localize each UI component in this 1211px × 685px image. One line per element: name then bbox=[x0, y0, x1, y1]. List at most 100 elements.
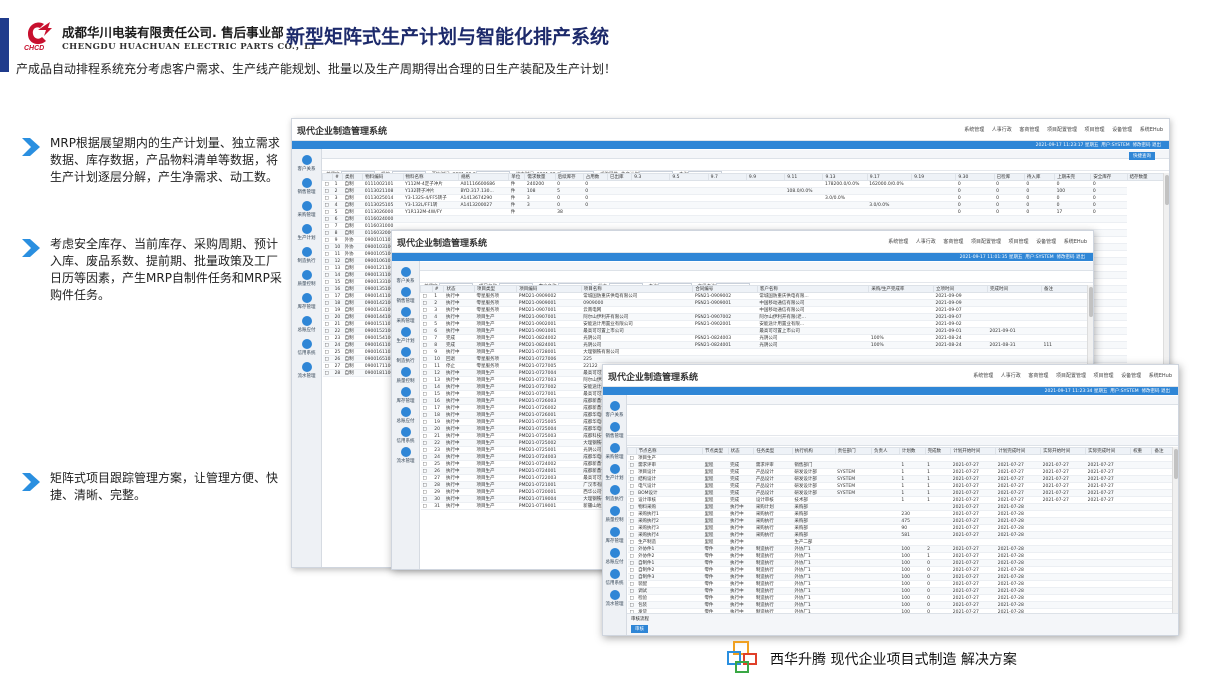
row-checkbox[interactable]: □ bbox=[322, 355, 333, 363]
column-header[interactable] bbox=[420, 285, 433, 293]
table-row[interactable]: □ 采购执行2 里程 执行中 采购执行 采购部 475 2021-07-27 2021-07-2… bbox=[627, 517, 1174, 525]
sidebar-item[interactable]: 库存管理 bbox=[392, 387, 419, 404]
row-checkbox[interactable]: □ bbox=[420, 474, 433, 482]
sidebar-item[interactable]: 制造执行 bbox=[292, 247, 321, 264]
row-checkbox[interactable]: □ bbox=[627, 482, 637, 490]
table-row[interactable]: □ 采购执行4 里程 执行中 采购执行 采购部 581 2021-07-27 2021-07-2… bbox=[627, 531, 1174, 539]
row-checkbox[interactable]: □ bbox=[627, 517, 637, 525]
column-header[interactable]: 9.3 bbox=[631, 173, 671, 181]
table-row[interactable]: □ 外协件2 零件 执行中 制造执行 外协厂1 100 1 2021-07-27 2021-07-… bbox=[627, 552, 1174, 560]
row-checkbox[interactable]: □ bbox=[627, 580, 637, 588]
sidebar-item[interactable]: 生产计划 bbox=[603, 464, 626, 481]
top-menu[interactable]: 系统管理 人事行政 客商管理 项目配置管理 项目管理 设备管理 系统EHub bbox=[964, 126, 1163, 133]
sidebar-item[interactable]: 总账应付 bbox=[392, 407, 419, 424]
column-header[interactable]: # bbox=[431, 285, 445, 293]
row-checkbox[interactable]: □ bbox=[420, 355, 433, 363]
sidebar-item[interactable]: 制造执行 bbox=[603, 485, 626, 502]
table-row[interactable]: □ 3 自制 0113025014 Y3-132S-4/FF5转子 A1413674290… bbox=[322, 194, 1164, 202]
sidebar-item[interactable]: 信用系统 bbox=[392, 427, 419, 444]
row-checkbox[interactable]: □ bbox=[420, 432, 433, 440]
column-header[interactable]: 单位 bbox=[508, 173, 526, 181]
column-header[interactable]: 状态 bbox=[727, 447, 755, 455]
sidebar-item[interactable]: 销售管理 bbox=[392, 287, 419, 304]
row-checkbox[interactable]: □ bbox=[322, 201, 333, 209]
table-row[interactable]: □ 自制件1 零件 执行中 制造执行 外协厂1 100 0 2021-07-27 2021-07-… bbox=[627, 559, 1174, 567]
row-checkbox[interactable]: □ bbox=[322, 278, 333, 286]
row-checkbox[interactable]: □ bbox=[420, 481, 433, 489]
column-header[interactable]: 完成时间 bbox=[986, 285, 1042, 293]
row-checkbox[interactable]: □ bbox=[420, 313, 433, 321]
row-checkbox[interactable]: □ bbox=[420, 306, 433, 314]
column-header[interactable]: 9.17 bbox=[866, 173, 913, 181]
row-checkbox[interactable]: □ bbox=[322, 299, 333, 307]
table-row[interactable]: □ 7 完成 项目生产 PMD21-0824002 光阴公司 PSN21-0824003 光阴… bbox=[420, 334, 1089, 342]
column-header[interactable]: 计划数 bbox=[898, 447, 926, 455]
sidebar-item[interactable]: 库存管理 bbox=[292, 293, 321, 310]
sidebar-item[interactable]: 客户关系 bbox=[603, 401, 626, 418]
column-header[interactable]: 9.9 bbox=[745, 173, 786, 181]
table-row[interactable]: □ 1 执行中 零星服务项 PMD21-0909002 常城国防重庆供电有限公司 PSN21… bbox=[420, 292, 1089, 300]
column-header[interactable]: 规格 bbox=[457, 173, 510, 181]
column-header[interactable]: 实际完成时间 bbox=[1085, 447, 1132, 455]
column-header[interactable]: 节点名称 bbox=[635, 447, 703, 455]
table-row[interactable]: □ 10 回退 零星服务项 PMD21-0727006 225 bbox=[420, 355, 1089, 363]
sidebar-item[interactable]: 生产计划 bbox=[292, 224, 321, 241]
sidebar-item[interactable]: 流水管理 bbox=[603, 590, 626, 607]
row-checkbox[interactable]: □ bbox=[420, 425, 433, 433]
column-header[interactable]: 节点类型 bbox=[701, 447, 729, 455]
sidebar-item[interactable]: 生产计划 bbox=[392, 327, 419, 344]
row-checkbox[interactable]: □ bbox=[322, 292, 333, 300]
column-header[interactable]: 备注 bbox=[1040, 285, 1090, 293]
column-header[interactable]: 备注 bbox=[1151, 447, 1174, 455]
table-row[interactable]: □ 物料采购 里程 执行中 采购计划 采购部 2021-07-27 2021-07-28 bbox=[627, 503, 1174, 511]
row-checkbox[interactable]: □ bbox=[322, 320, 333, 328]
row-checkbox[interactable]: □ bbox=[322, 306, 333, 314]
row-checkbox[interactable]: □ bbox=[420, 334, 433, 342]
row-checkbox[interactable]: □ bbox=[420, 446, 433, 454]
row-checkbox[interactable]: □ bbox=[627, 545, 637, 553]
row-checkbox[interactable]: □ bbox=[420, 362, 433, 370]
row-checkbox[interactable]: □ bbox=[627, 531, 637, 539]
column-header[interactable]: 实际开始时间 bbox=[1040, 447, 1087, 455]
row-checkbox[interactable]: □ bbox=[627, 552, 637, 560]
row-checkbox[interactable]: □ bbox=[420, 390, 433, 398]
table-row[interactable]: □ 自制件2 零件 执行中 制造执行 外协厂1 100 0 2021-07-27 2021-07-… bbox=[627, 566, 1174, 574]
row-checkbox[interactable]: □ bbox=[322, 285, 333, 293]
column-header[interactable]: 完成数 bbox=[924, 447, 952, 455]
sidebar-item[interactable]: 质量控制 bbox=[392, 367, 419, 384]
column-header[interactable]: 9.19 bbox=[911, 173, 957, 181]
column-header[interactable]: 计划开始时间 bbox=[950, 447, 997, 455]
table-row[interactable]: □ 6 自制 0116024000 bbox=[322, 215, 1164, 223]
sidebar-item[interactable]: 质量控制 bbox=[603, 506, 626, 523]
row-checkbox[interactable]: □ bbox=[420, 467, 433, 475]
sidebar-item[interactable]: 采购管理 bbox=[603, 443, 626, 460]
row-checkbox[interactable]: □ bbox=[420, 411, 433, 419]
row-checkbox[interactable]: □ bbox=[627, 461, 637, 469]
sidebar-item[interactable]: 质量控制 bbox=[292, 270, 321, 287]
column-header[interactable]: 9.30 bbox=[955, 173, 995, 181]
row-checkbox[interactable]: □ bbox=[322, 264, 333, 272]
table-row[interactable]: □ 2 执行中 零星服务项 PMD21-0909001 0909000 PSN21-0909… bbox=[420, 299, 1089, 307]
sidebar-item[interactable]: 流水管理 bbox=[292, 362, 321, 379]
sidebar-item[interactable]: 采购管理 bbox=[392, 307, 419, 324]
row-checkbox[interactable]: □ bbox=[627, 587, 637, 595]
table-row[interactable]: □ 5 自制 0113026000 Y1R132M-4W/FY 件 38 0 0 0 17 0 bbox=[322, 208, 1164, 216]
row-checkbox[interactable]: □ bbox=[420, 320, 433, 328]
sidebar-item[interactable]: 库存管理 bbox=[603, 527, 626, 544]
column-header[interactable]: 采购/生产完成率 bbox=[868, 285, 934, 293]
table-row[interactable]: □ 6 执行中 项目生产 PMD21-0901001 最高可可置上市公司 最高可可置上市公司… bbox=[420, 327, 1089, 335]
column-header[interactable]: 立项时间 bbox=[932, 285, 988, 293]
row-checkbox[interactable]: □ bbox=[627, 510, 637, 518]
row-checkbox[interactable]: □ bbox=[420, 383, 433, 391]
table-row[interactable]: □ 包装 零件 执行中 制造执行 外协厂1 100 0 2021-07-27 2021-07-28 bbox=[627, 601, 1174, 609]
column-header[interactable]: 状态 bbox=[443, 285, 475, 293]
column-header[interactable]: 项目类型 bbox=[473, 285, 518, 293]
row-checkbox[interactable]: □ bbox=[627, 468, 637, 476]
table-row[interactable]: □ 调试 零件 执行中 制造执行 外协厂1 100 0 2021-07-27 2021-07-28 bbox=[627, 587, 1174, 595]
row-checkbox[interactable]: □ bbox=[420, 348, 433, 356]
row-checkbox[interactable]: □ bbox=[322, 243, 333, 251]
sidebar-item[interactable]: 客户关系 bbox=[392, 267, 419, 284]
row-checkbox[interactable]: □ bbox=[322, 257, 333, 265]
row-checkbox[interactable]: □ bbox=[627, 538, 637, 546]
row-checkbox[interactable]: □ bbox=[627, 489, 637, 497]
